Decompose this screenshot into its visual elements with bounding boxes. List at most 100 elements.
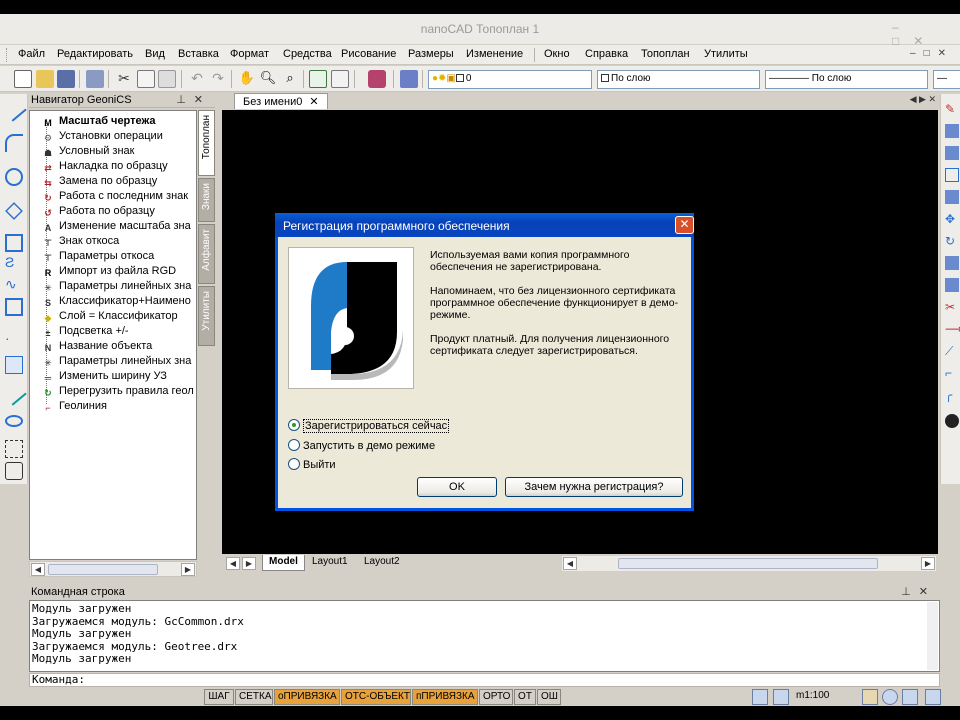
menu-modify[interactable]: Изменение bbox=[466, 48, 523, 60]
menu-window[interactable]: Окно bbox=[544, 48, 570, 60]
tree-item[interactable]: A Изменение масштаба зна bbox=[40, 220, 191, 235]
trim-icon[interactable]: ✂ bbox=[945, 300, 959, 314]
tree-item[interactable]: ⊤ Параметры откоса bbox=[40, 250, 154, 265]
layer-combo[interactable]: ●✹▣ 0 bbox=[428, 70, 592, 89]
menu-topoplan[interactable]: Топоплан bbox=[641, 48, 690, 60]
region-tool-icon[interactable] bbox=[5, 440, 23, 458]
polyline-segment-icon[interactable]: Ƨ bbox=[5, 254, 23, 272]
menu-dimension[interactable]: Размеры bbox=[408, 48, 454, 60]
tab-alphabet[interactable]: Алфавит bbox=[198, 224, 215, 284]
tree-item[interactable]: N Название объекта bbox=[40, 340, 152, 355]
tree-item[interactable]: ☗ Условный знак bbox=[40, 145, 135, 160]
circle-tool-icon[interactable] bbox=[5, 168, 23, 186]
tab-topoplan[interactable]: Топоплан bbox=[198, 110, 215, 176]
print-icon[interactable] bbox=[86, 70, 104, 88]
toggle-ortho[interactable]: ОРТО bbox=[479, 689, 513, 705]
command-input[interactable]: Команда: bbox=[29, 673, 940, 687]
open-folder-icon[interactable] bbox=[36, 70, 54, 88]
scale-icon[interactable] bbox=[945, 256, 959, 270]
tree-item[interactable]: R Импорт из файла RGD bbox=[40, 265, 176, 280]
pan-icon[interactable]: ✋ bbox=[238, 70, 256, 88]
menu-edit[interactable]: Редактировать bbox=[57, 48, 133, 60]
scroll-right-icon[interactable]: ▶ bbox=[181, 563, 195, 576]
paste-icon[interactable] bbox=[158, 70, 176, 88]
redo-icon[interactable]: ↷ bbox=[209, 70, 227, 88]
scroll-left-icon[interactable]: ◀ bbox=[31, 563, 45, 576]
canvas-hscroll[interactable]: ◀ ▶ bbox=[562, 556, 936, 571]
tree-item[interactable]: ⊤ Знак откоса bbox=[40, 235, 119, 250]
toggle-osnap[interactable]: оПРИВЯЗКА bbox=[274, 689, 340, 705]
dialog-close-button[interactable]: ✕ bbox=[675, 216, 694, 234]
book-icon[interactable] bbox=[368, 70, 386, 88]
tree-item[interactable]: ◆ Слой = Классификатор bbox=[40, 310, 178, 325]
why-register-button[interactable]: Зачем нужна регистрация? bbox=[505, 477, 683, 497]
radio-selected-icon[interactable] bbox=[288, 419, 300, 431]
annotation-icon[interactable] bbox=[773, 689, 789, 705]
option-demo-mode[interactable]: Запустить в демо режиме bbox=[288, 439, 435, 455]
line-tool-icon[interactable] bbox=[1, 96, 27, 122]
polyline-tool-icon[interactable] bbox=[5, 202, 23, 220]
command-vscroll[interactable] bbox=[927, 602, 938, 670]
scroll-right-icon[interactable]: ▶ bbox=[921, 557, 935, 570]
rectangle-tool-icon[interactable] bbox=[5, 298, 23, 316]
menu-draw[interactable]: Рисование bbox=[341, 48, 396, 60]
menu-insert[interactable]: Вставка bbox=[178, 48, 219, 60]
arc-tool-icon[interactable] bbox=[5, 134, 23, 152]
navigator-hscroll[interactable]: ◀ ▶ bbox=[29, 561, 197, 577]
color-combo[interactable]: По слою bbox=[597, 70, 760, 89]
scroll-thumb[interactable] bbox=[48, 564, 158, 575]
menu-file[interactable]: Файл bbox=[18, 48, 45, 60]
cut-icon[interactable]: ✂ bbox=[115, 70, 133, 88]
tab-layout1[interactable]: Layout1 bbox=[306, 555, 354, 571]
command-pin-close[interactable]: ⊥✕ bbox=[901, 585, 936, 598]
tab-model[interactable]: Model bbox=[262, 555, 305, 571]
offset-icon[interactable] bbox=[945, 168, 959, 182]
menu-grip[interactable] bbox=[6, 48, 9, 62]
mdi-controls[interactable]: –□✕ bbox=[910, 48, 954, 59]
tree-item[interactable]: ↻ Работа с последним знак bbox=[40, 190, 188, 205]
array-icon[interactable] bbox=[945, 190, 959, 204]
chamfer-icon[interactable]: ⌐ bbox=[945, 366, 959, 380]
document-tab-menu[interactable]: ◀ ▶ ✕ bbox=[910, 94, 936, 105]
ray-tool-icon[interactable] bbox=[1, 380, 27, 406]
menu-format[interactable]: Формат bbox=[230, 48, 269, 60]
tab-layout2[interactable]: Layout2 bbox=[358, 555, 406, 571]
hand-icon[interactable] bbox=[862, 689, 878, 705]
tab-utilities[interactable]: Утилиты bbox=[198, 286, 215, 346]
fillet-icon[interactable]: ╭ bbox=[945, 388, 959, 402]
erase-icon[interactable]: ✎ bbox=[945, 102, 959, 116]
toggle-snap[interactable]: ШАГ bbox=[204, 689, 234, 705]
tree-item[interactable]: ⚙ Установки операции bbox=[40, 130, 163, 145]
ok-button[interactable]: OK bbox=[417, 477, 497, 497]
menu-utilities[interactable]: Утилиты bbox=[704, 48, 748, 60]
model-space-icon[interactable] bbox=[752, 689, 768, 705]
menu-view[interactable]: Вид bbox=[145, 48, 165, 60]
move-icon[interactable]: ✥ bbox=[945, 212, 959, 226]
layout-next-icon[interactable]: ▶ bbox=[242, 557, 256, 570]
new-file-icon[interactable] bbox=[14, 70, 32, 88]
zoom-window-icon[interactable]: ⌕ bbox=[281, 70, 299, 88]
hatch-tool-icon[interactable] bbox=[5, 356, 23, 374]
extend-icon[interactable]: ⟶ bbox=[945, 322, 960, 336]
close-tab-icon[interactable]: ✕ bbox=[309, 96, 318, 108]
linetype-combo[interactable]: ———— По слою bbox=[765, 70, 928, 89]
tree-item[interactable]: ✳ Параметры линейных зна bbox=[40, 280, 191, 295]
ellipse-tool-icon[interactable] bbox=[5, 415, 23, 427]
point-tool-icon[interactable]: · bbox=[5, 330, 23, 348]
tree-item[interactable]: ± Подсветка +/- bbox=[40, 325, 129, 340]
explode-icon[interactable] bbox=[945, 414, 959, 428]
table-tool-icon[interactable] bbox=[5, 462, 23, 480]
fullscreen-icon[interactable] bbox=[925, 689, 941, 705]
annotation-scale[interactable]: m1:100 bbox=[796, 690, 829, 701]
tree-item[interactable]: ⌐ Геолиния bbox=[40, 400, 107, 415]
rotate-icon[interactable]: ↻ bbox=[945, 234, 959, 248]
copy-object-icon[interactable] bbox=[945, 124, 959, 138]
tree-item[interactable]: M Масштаб чертежа bbox=[40, 115, 155, 130]
search-status-icon[interactable] bbox=[902, 689, 918, 705]
tree-item[interactable]: ⇆ Замена по образцу bbox=[40, 175, 157, 190]
scroll-left-icon[interactable]: ◀ bbox=[563, 557, 577, 570]
tree-item[interactable]: ↻ Перегрузить правила геол bbox=[40, 385, 194, 400]
layout-prev-icon[interactable]: ◀ bbox=[226, 557, 240, 570]
properties-icon[interactable] bbox=[309, 70, 327, 88]
window-controls[interactable]: –□✕ bbox=[892, 20, 952, 48]
